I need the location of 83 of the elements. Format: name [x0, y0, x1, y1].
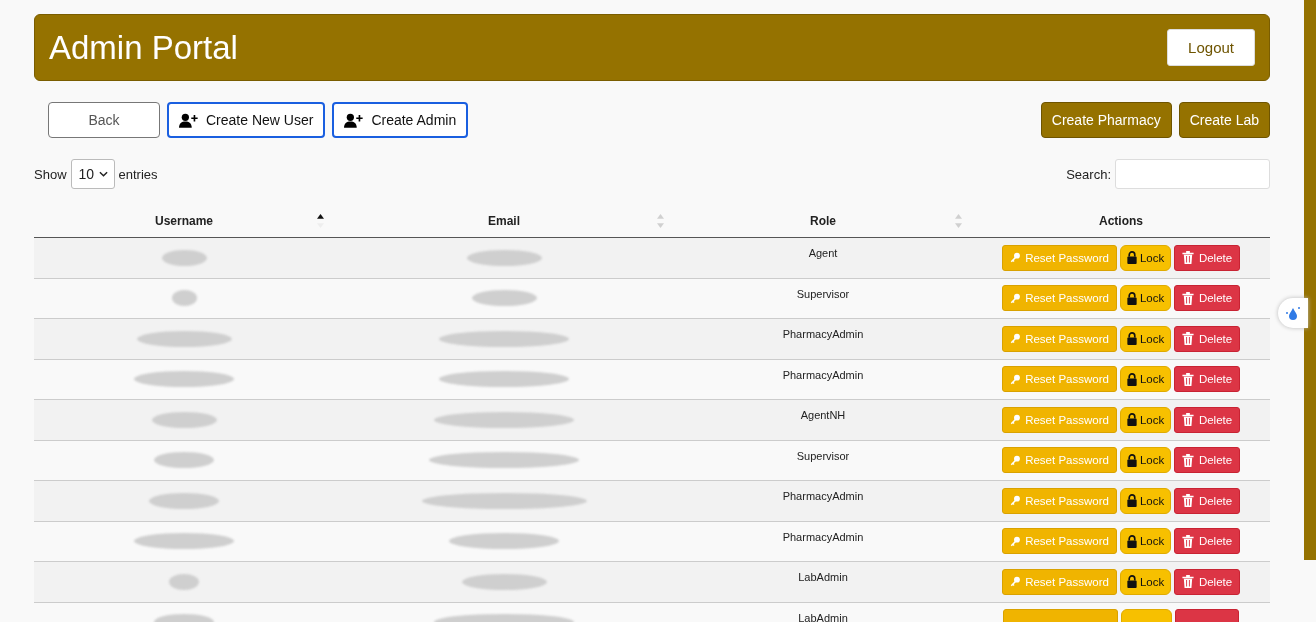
lock-icon	[1125, 291, 1138, 305]
lock-icon	[1125, 413, 1138, 427]
delete-button[interactable]: Delete	[1173, 568, 1241, 595]
trash-icon	[1181, 494, 1194, 508]
trash-icon	[1181, 332, 1194, 346]
key-icon	[1009, 453, 1021, 467]
lock-button[interactable]: Lock	[1119, 528, 1171, 555]
show-label: Show	[34, 166, 67, 182]
lock-button[interactable]: Lock	[1119, 325, 1171, 352]
trash-icon	[1181, 372, 1194, 386]
logout-button[interactable]: Logout	[1167, 29, 1255, 66]
lock-icon	[1125, 372, 1138, 386]
lock-button[interactable]: Lock	[1119, 285, 1171, 312]
search-label: Search:	[1066, 166, 1111, 182]
lock-button[interactable]: Lock	[1119, 487, 1171, 514]
blurred-text	[171, 290, 197, 307]
blurred-text	[149, 492, 219, 509]
role-cell-text: Supervisor	[795, 448, 851, 464]
key-icon	[1009, 251, 1021, 265]
key-icon	[1009, 413, 1021, 427]
column-header[interactable]: Username	[34, 205, 334, 237]
lock-button[interactable]: Lock	[1119, 406, 1171, 433]
key-icon	[1009, 372, 1021, 386]
role-cell-text: PharmacyAdmin	[781, 529, 865, 545]
trash-icon	[1181, 534, 1194, 548]
role-cell-text: Agent	[807, 246, 839, 261]
delete-button[interactable]: Delete	[1173, 325, 1241, 352]
role-cell-text: LabAdmin	[797, 570, 849, 585]
trash-icon	[1181, 413, 1194, 427]
create-user-button[interactable]: Create New User	[167, 102, 326, 138]
user-add-icon	[344, 112, 365, 128]
role-cell-text: Supervisor	[795, 286, 851, 302]
role-cell-text: PharmacyAdmin	[781, 489, 865, 504]
key-icon	[1009, 534, 1021, 548]
role-cell-text: PharmacyAdmin	[781, 367, 865, 383]
delete-button[interactable]: Delete	[1173, 244, 1241, 271]
create-user-button[interactable]: Create Admin	[332, 102, 469, 138]
lock-icon	[1125, 575, 1138, 589]
role-cell-text: AgentNH	[799, 408, 847, 423]
lock-button[interactable]: Lock	[1119, 447, 1171, 474]
blurred-text	[169, 573, 199, 590]
key-icon	[1009, 291, 1021, 305]
chevron-down-icon	[98, 171, 108, 177]
column-header[interactable]: Role	[674, 205, 972, 237]
droplet-icon	[1285, 305, 1301, 321]
key-icon	[1009, 494, 1021, 508]
create-button[interactable]: Create Lab	[1178, 102, 1270, 138]
floating-widget[interactable]	[1278, 298, 1308, 328]
lock-icon	[1125, 332, 1138, 346]
delete-button[interactable]: Delete	[1173, 528, 1241, 555]
blurred-text	[154, 452, 214, 469]
lock-icon	[1125, 534, 1138, 548]
delete-button[interactable]: Delete	[1173, 366, 1241, 393]
user-add-icon	[179, 112, 199, 128]
key-icon	[1009, 332, 1021, 346]
lock-button[interactable]: Lock	[1119, 366, 1171, 393]
back-button[interactable]: Back	[48, 102, 160, 138]
lock-icon	[1125, 453, 1138, 467]
lock-button[interactable]: Lock	[1119, 244, 1171, 271]
lock-button[interactable]: Lock	[1119, 568, 1171, 595]
key-icon	[1009, 575, 1021, 589]
role-cell-text: PharmacyAdmin	[781, 327, 865, 342]
lock-icon	[1125, 251, 1138, 265]
trash-icon	[1181, 453, 1194, 467]
delete-button[interactable]: Delete	[1173, 285, 1241, 312]
delete-button[interactable]: Delete	[1173, 487, 1241, 514]
trash-icon	[1181, 251, 1194, 265]
delete-button[interactable]: Delete	[1173, 447, 1241, 474]
search-field[interactable]	[1115, 159, 1270, 189]
blurred-text	[471, 290, 537, 307]
entries-label: entries	[118, 166, 158, 182]
blurred-text	[151, 411, 217, 428]
trash-icon	[1181, 575, 1194, 589]
delete-button[interactable]: Delete	[1173, 406, 1241, 433]
column-header: Actions	[1098, 213, 1144, 230]
lock-icon	[1125, 494, 1138, 508]
portal-title: Admin Portal	[49, 28, 238, 67]
role-cell-text: LabAdmin	[797, 610, 849, 622]
create-button[interactable]: Create Pharmacy	[1040, 102, 1172, 138]
column-header[interactable]: Email	[334, 205, 674, 237]
entries-select[interactable]: 10	[70, 159, 115, 189]
trash-icon	[1181, 291, 1194, 305]
blurred-text	[161, 249, 207, 266]
